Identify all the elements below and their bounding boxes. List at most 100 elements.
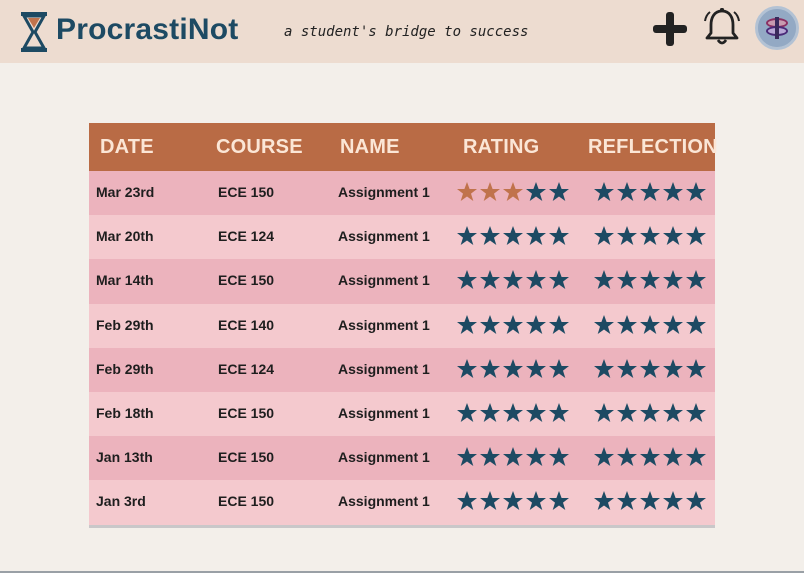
star-icon[interactable] (593, 402, 615, 424)
star-icon[interactable] (548, 225, 570, 247)
column-header-rating[interactable]: RATING (463, 136, 539, 159)
star-icon[interactable] (685, 446, 707, 468)
star-icon[interactable] (548, 490, 570, 512)
star-icon[interactable] (525, 225, 547, 247)
star-icon[interactable] (593, 490, 615, 512)
star-icon[interactable] (685, 181, 707, 203)
star-icon[interactable] (456, 225, 478, 247)
rating-stars[interactable] (456, 269, 570, 291)
star-icon[interactable] (616, 225, 638, 247)
table-row[interactable]: Jan 3rd ECE 150 Assignment 1 (89, 480, 715, 525)
rating-stars[interactable] (456, 225, 570, 247)
star-icon[interactable] (479, 269, 501, 291)
table-row[interactable]: Mar 20th ECE 124 Assignment 1 (89, 215, 715, 260)
star-icon[interactable] (616, 269, 638, 291)
table-row[interactable]: Mar 14th ECE 150 Assignment 1 (89, 259, 715, 304)
avatar[interactable] (755, 6, 799, 50)
star-icon[interactable] (593, 358, 615, 380)
star-icon[interactable] (502, 225, 524, 247)
column-header-course[interactable]: COURSE (216, 136, 303, 159)
star-icon[interactable] (525, 358, 547, 380)
star-icon[interactable] (662, 314, 684, 336)
reflection-stars[interactable] (593, 446, 707, 468)
star-icon[interactable] (525, 181, 547, 203)
star-icon[interactable] (479, 314, 501, 336)
star-icon[interactable] (593, 225, 615, 247)
star-icon[interactable] (548, 314, 570, 336)
star-icon[interactable] (456, 446, 478, 468)
column-header-name[interactable]: NAME (340, 136, 400, 159)
rating-stars[interactable] (456, 446, 570, 468)
reflection-stars[interactable] (593, 358, 707, 380)
star-icon[interactable] (593, 446, 615, 468)
table-row[interactable]: Jan 13th ECE 150 Assignment 1 (89, 436, 715, 481)
star-icon[interactable] (685, 314, 707, 336)
star-icon[interactable] (525, 269, 547, 291)
star-icon[interactable] (593, 314, 615, 336)
star-icon[interactable] (616, 402, 638, 424)
star-icon[interactable] (685, 490, 707, 512)
star-icon[interactable] (616, 314, 638, 336)
star-icon[interactable] (662, 181, 684, 203)
star-icon[interactable] (662, 446, 684, 468)
star-icon[interactable] (479, 358, 501, 380)
add-button[interactable] (651, 10, 689, 48)
rating-stars[interactable] (456, 358, 570, 380)
star-icon[interactable] (548, 402, 570, 424)
star-icon[interactable] (639, 269, 661, 291)
star-icon[interactable] (662, 269, 684, 291)
star-icon[interactable] (479, 490, 501, 512)
reflection-stars[interactable] (593, 269, 707, 291)
star-icon[interactable] (525, 402, 547, 424)
star-icon[interactable] (525, 490, 547, 512)
star-icon[interactable] (502, 269, 524, 291)
star-icon[interactable] (525, 314, 547, 336)
star-icon[interactable] (639, 225, 661, 247)
star-icon[interactable] (456, 358, 478, 380)
star-icon[interactable] (479, 225, 501, 247)
star-icon[interactable] (525, 446, 547, 468)
star-icon[interactable] (616, 446, 638, 468)
star-icon[interactable] (685, 269, 707, 291)
star-icon[interactable] (502, 490, 524, 512)
star-icon[interactable] (639, 181, 661, 203)
star-icon[interactable] (456, 490, 478, 512)
star-icon[interactable] (456, 314, 478, 336)
star-icon[interactable] (456, 402, 478, 424)
star-icon[interactable] (662, 225, 684, 247)
star-icon[interactable] (639, 358, 661, 380)
star-icon[interactable] (479, 446, 501, 468)
star-icon[interactable] (593, 269, 615, 291)
bell-icon[interactable] (702, 7, 742, 47)
column-header-date[interactable]: DATE (100, 136, 154, 159)
rating-stars[interactable] (456, 402, 570, 424)
star-icon[interactable] (502, 446, 524, 468)
star-icon[interactable] (616, 358, 638, 380)
star-icon[interactable] (639, 446, 661, 468)
star-icon[interactable] (662, 490, 684, 512)
star-icon[interactable] (662, 358, 684, 380)
table-row[interactable]: Mar 23rd ECE 150 Assignment 1 (89, 171, 715, 216)
star-icon[interactable] (548, 446, 570, 468)
star-icon[interactable] (502, 358, 524, 380)
table-row[interactable]: Feb 29th ECE 140 Assignment 1 (89, 303, 715, 348)
reflection-stars[interactable] (593, 490, 707, 512)
column-header-reflection[interactable]: REFLECTION (588, 136, 718, 159)
table-row[interactable]: Feb 29th ECE 124 Assignment 1 (89, 347, 715, 392)
star-icon[interactable] (502, 181, 524, 203)
star-icon[interactable] (593, 181, 615, 203)
star-icon[interactable] (639, 490, 661, 512)
star-icon[interactable] (479, 181, 501, 203)
reflection-stars[interactable] (593, 181, 707, 203)
star-icon[interactable] (548, 269, 570, 291)
star-icon[interactable] (616, 490, 638, 512)
rating-stars[interactable] (456, 181, 570, 203)
star-icon[interactable] (479, 402, 501, 424)
reflection-stars[interactable] (593, 314, 707, 336)
reflection-stars[interactable] (593, 225, 707, 247)
star-icon[interactable] (685, 358, 707, 380)
reflection-stars[interactable] (593, 402, 707, 424)
star-icon[interactable] (639, 402, 661, 424)
star-icon[interactable] (616, 181, 638, 203)
star-icon[interactable] (685, 225, 707, 247)
